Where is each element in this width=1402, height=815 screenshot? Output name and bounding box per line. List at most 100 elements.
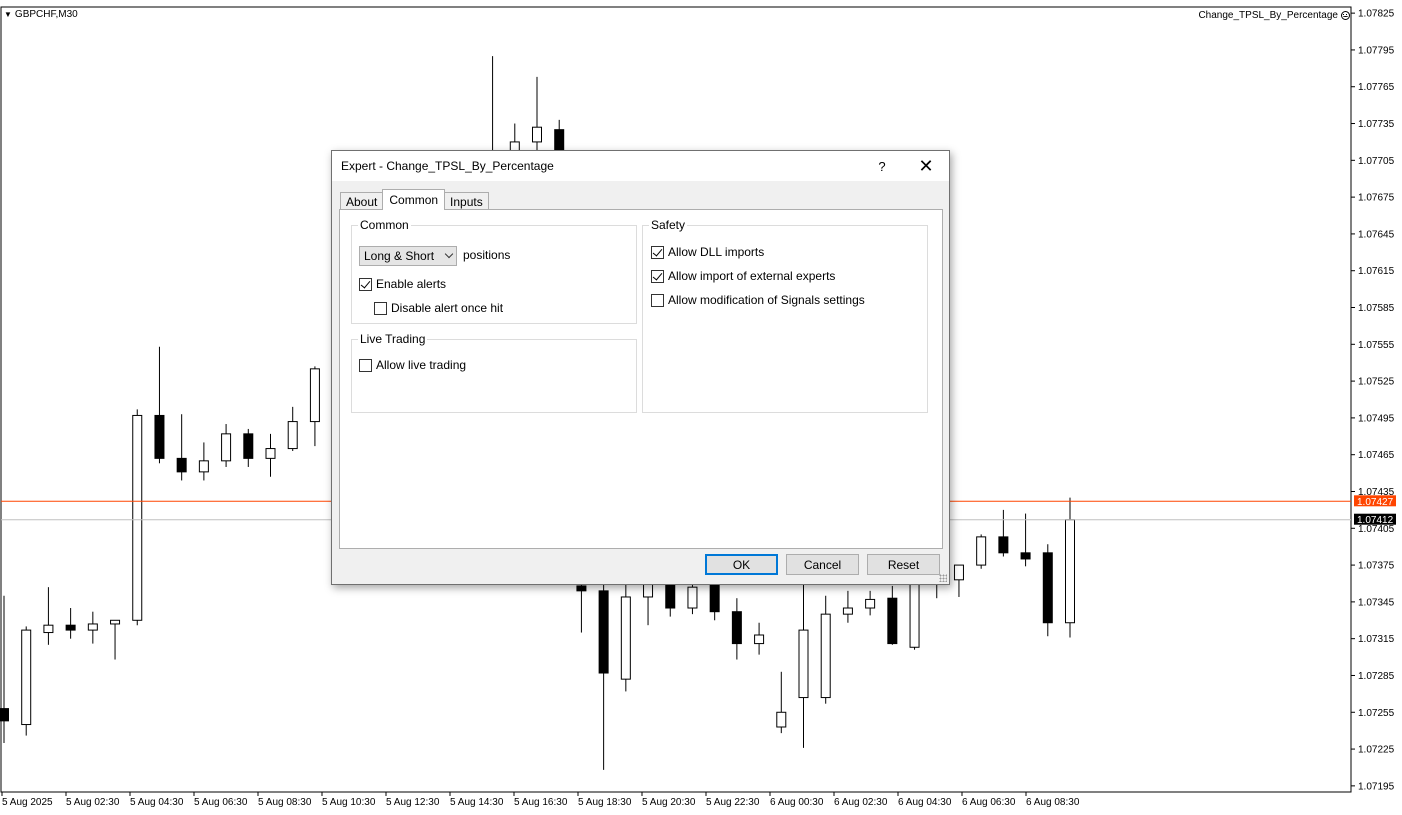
y-tick-label: 1.07585: [1358, 303, 1395, 314]
allow-external-experts-checkbox[interactable]: [651, 269, 664, 283]
candle-body: [887, 597, 898, 645]
allow-signals-modification-row[interactable]: Allow modification of Signals settings: [651, 293, 865, 307]
y-tick-label: 1.07525: [1358, 377, 1395, 388]
candle-body: [643, 582, 654, 598]
positions-select-value: Long & Short: [364, 249, 435, 263]
tab-inputs[interactable]: Inputs: [444, 192, 489, 210]
x-tick-label: 5 Aug 02:30: [66, 797, 120, 808]
candle-body: [576, 585, 587, 592]
resize-grip-icon[interactable]: [939, 574, 947, 582]
x-tick-label: 5 Aug 06:30: [194, 797, 248, 808]
y-tick-label: 1.07285: [1358, 671, 1395, 682]
reset-button[interactable]: Reset: [867, 554, 940, 575]
chevron-down-icon: [444, 249, 454, 259]
y-tick-label: 1.07345: [1358, 597, 1395, 608]
safety-group: Safety Allow DLL imports Allow import of…: [642, 218, 928, 413]
allow-external-experts-row[interactable]: Allow import of external experts: [651, 269, 835, 283]
x-tick-label: 6 Aug 02:30: [834, 797, 888, 808]
y-tick-label: 1.07795: [1358, 45, 1395, 56]
candle-body: [842, 607, 853, 615]
candle-body: [65, 624, 76, 631]
live-trading-group-title: Live Trading: [358, 332, 428, 346]
y-tick-label: 1.07765: [1358, 82, 1395, 93]
candle-body: [976, 536, 987, 566]
enable-alerts-row[interactable]: Enable alerts: [359, 277, 446, 291]
candle-body: [1065, 519, 1075, 624]
disable-alert-once-hit-label: Disable alert once hit: [391, 301, 504, 315]
x-tick-label: 5 Aug 12:30: [386, 797, 440, 808]
candle-body: [532, 126, 542, 143]
y-tick-label: 1.07735: [1358, 119, 1395, 130]
x-tick-label: 5 Aug 08:30: [258, 797, 312, 808]
positions-select[interactable]: Long & Short: [359, 246, 457, 266]
safety-group-title: Safety: [649, 218, 688, 232]
candle-body: [820, 613, 831, 699]
allow-signals-modification-label: Allow modification of Signals settings: [668, 293, 865, 307]
allow-dll-imports-row[interactable]: Allow DLL imports: [651, 245, 764, 259]
x-tick-label: 5 Aug 2025: [2, 797, 53, 808]
y-tick-label: 1.07315: [1358, 634, 1395, 645]
allow-live-trading-label: Allow live trading: [376, 358, 467, 372]
candle-body: [665, 580, 676, 609]
symbol-text: GBPCHF,M30: [14, 9, 78, 20]
candle-body: [687, 586, 698, 609]
x-tick-label: 6 Aug 00:30: [770, 797, 824, 808]
candle-body: [598, 590, 609, 674]
candle-body: [865, 598, 876, 609]
x-tick-label: 5 Aug 16:30: [514, 797, 568, 808]
allow-live-trading-row[interactable]: Allow live trading: [359, 358, 466, 372]
expert-label[interactable]: Change_TPSL_By_Percentage: [1198, 10, 1350, 21]
chart-symbol-label[interactable]: ▼ GBPCHF,M30: [4, 9, 78, 20]
x-tick-label: 6 Aug 08:30: [1026, 797, 1080, 808]
common-tab-panel: Common Long & Short positions Enable ale…: [339, 209, 943, 549]
triangle-down-icon[interactable]: ▼: [4, 10, 12, 19]
allow-signals-modification-checkbox[interactable]: [651, 293, 664, 307]
candle-body: [176, 457, 187, 473]
candle-body: [731, 611, 742, 645]
y-tick-label: 1.07675: [1358, 193, 1395, 204]
y-tick-label: 1.07225: [1358, 745, 1395, 756]
x-tick-label: 5 Aug 14:30: [450, 797, 504, 808]
current-price-tag: 1.07427: [1357, 497, 1394, 508]
allow-dll-imports-checkbox[interactable]: [651, 245, 664, 259]
candle-body: [309, 368, 320, 423]
candle-body: [287, 421, 298, 450]
candle-body: [1042, 552, 1053, 624]
enable-alerts-checkbox[interactable]: [359, 277, 372, 291]
tab-about[interactable]: About: [340, 192, 384, 210]
cancel-button[interactable]: Cancel: [786, 554, 859, 575]
candle-body: [87, 623, 98, 631]
help-button[interactable]: ?: [867, 153, 897, 179]
bid-price-tag: 1.07412: [1357, 515, 1394, 526]
candle-body: [798, 629, 809, 699]
close-button[interactable]: ✕: [909, 153, 943, 179]
common-group: Common Long & Short positions Enable ale…: [351, 218, 637, 324]
disable-alert-once-hit-checkbox[interactable]: [374, 301, 387, 315]
common-group-title: Common: [358, 218, 411, 232]
candle-body: [21, 629, 32, 726]
dialog-title: Expert - Change_TPSL_By_Percentage: [341, 159, 554, 173]
disable-alert-once-hit-row[interactable]: Disable alert once hit: [374, 301, 503, 315]
expert-dialog: Expert - Change_TPSL_By_Percentage ? ✕ A…: [331, 150, 950, 585]
dialog-titlebar[interactable]: Expert - Change_TPSL_By_Percentage ? ✕: [332, 151, 949, 181]
candle-body: [43, 624, 54, 634]
y-tick-label: 1.07465: [1358, 450, 1395, 461]
x-tick-label: 5 Aug 20:30: [642, 797, 696, 808]
y-tick-label: 1.07705: [1358, 156, 1395, 167]
allow-live-trading-checkbox[interactable]: [359, 358, 372, 372]
candle-body: [709, 580, 720, 613]
candle-body: [154, 414, 165, 459]
ok-button[interactable]: OK: [705, 554, 778, 575]
y-tick-label: 1.07645: [1358, 229, 1395, 240]
x-tick-label: 6 Aug 04:30: [898, 797, 952, 808]
x-tick-label: 5 Aug 04:30: [130, 797, 184, 808]
y-tick-label: 1.07495: [1358, 413, 1395, 424]
y-tick-label: 1.07375: [1358, 561, 1395, 572]
x-tick-label: 5 Aug 22:30: [706, 797, 760, 808]
y-tick-label: 1.07195: [1358, 781, 1395, 792]
tab-common[interactable]: Common: [382, 189, 446, 210]
live-trading-group: Live Trading Allow live trading: [351, 332, 637, 413]
y-tick-label: 1.07825: [1358, 9, 1395, 20]
candle-body: [620, 596, 631, 680]
candle-body: [998, 536, 1009, 554]
